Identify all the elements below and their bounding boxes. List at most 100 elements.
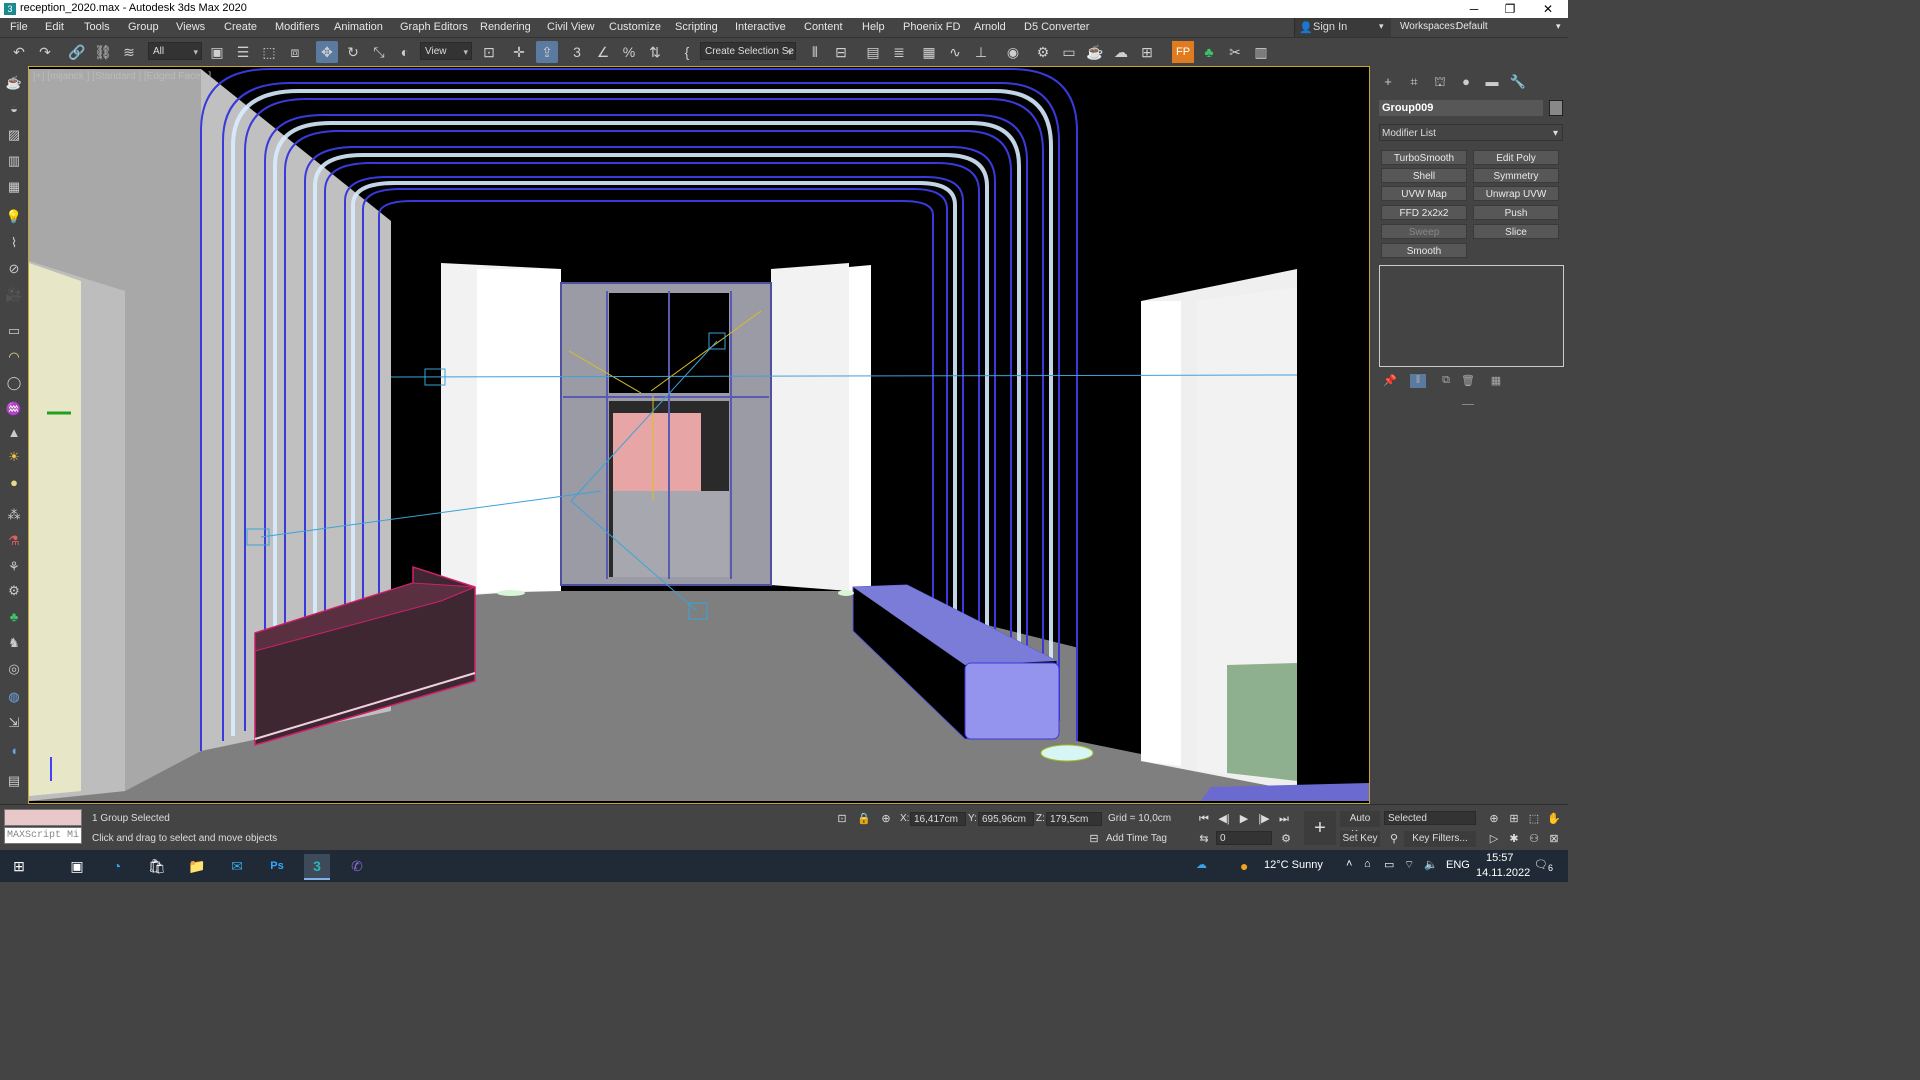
remove-modifier-icon[interactable]: 🗑	[1460, 374, 1476, 388]
field-of-view-icon[interactable]: ▷	[1486, 831, 1502, 847]
menu-modifiers[interactable]: Modifiers	[275, 21, 320, 33]
workspaces-selector[interactable]: Workspaces: Default ▾	[1394, 18, 1568, 37]
schematic-view-icon[interactable]: ⊥	[970, 41, 992, 63]
key-filters-icon[interactable]: ⚲	[1386, 831, 1402, 847]
menu-rendering[interactable]: Rendering	[480, 21, 531, 33]
weather-icon[interactable]: ●	[1240, 858, 1248, 874]
hierarchy-tab-icon[interactable]: ⛫	[1430, 72, 1450, 92]
menu-animation[interactable]: Animation	[334, 21, 383, 33]
orbit-icon[interactable]: ✱	[1506, 831, 1522, 847]
keyboard-shortcut-override-icon[interactable]: ⇪	[536, 41, 558, 63]
batch-icon[interactable]: ▥	[1250, 41, 1272, 63]
display-tab-icon[interactable]: ▬	[1482, 72, 1502, 92]
percent-snap-icon[interactable]: %	[618, 41, 640, 63]
curve-editor-icon[interactable]: ∿	[944, 41, 966, 63]
hf-icon[interactable]: ♞	[3, 632, 25, 654]
menu-edit[interactable]: Edit	[45, 21, 64, 33]
key-mode-icon[interactable]: ⇆	[1196, 831, 1212, 847]
viewport-perspective[interactable]: [+] [mijanck ] [Standard ] [Edged Faces …	[28, 66, 1370, 804]
turbosmooth-button[interactable]: TurboSmooth	[1381, 150, 1467, 165]
start-icon[interactable]: ⊞	[6, 854, 32, 878]
modify-tab-icon[interactable]: ⌗	[1404, 72, 1424, 92]
toggle-ribbon-icon[interactable]: ▦	[918, 41, 940, 63]
align-icon[interactable]: ⊟	[830, 41, 852, 63]
modifier-list-dropdown[interactable]: Modifier List	[1379, 124, 1563, 142]
link-icon[interactable]: 🔗	[66, 41, 88, 63]
menu-civil-view[interactable]: Civil View	[547, 21, 594, 33]
onedrive-icon[interactable]: ☁	[1196, 858, 1207, 871]
battery-icon[interactable]: ▭	[1384, 858, 1394, 871]
uvw-map-button[interactable]: UVW Map	[1381, 186, 1467, 201]
z-coordinate-field[interactable]: 179,5cm	[1046, 812, 1102, 826]
cloth-icon[interactable]: ⚘	[3, 556, 25, 578]
cylinder-icon[interactable]: ▥	[3, 150, 25, 172]
network-icon[interactable]: ⌂	[1364, 858, 1371, 870]
mirror-icon[interactable]: ⫴	[804, 41, 826, 63]
select-and-place-icon[interactable]: ◐	[394, 41, 416, 63]
menu-phoenix-fd[interactable]: Phoenix FD	[903, 21, 960, 33]
menu-file[interactable]: File	[10, 21, 28, 33]
edit-named-selection-icon[interactable]: {	[676, 41, 698, 63]
menu-d5-converter[interactable]: D5 Converter	[1024, 21, 1089, 33]
show-end-result-icon[interactable]: ‖	[1410, 374, 1426, 388]
menu-help[interactable]: Help	[862, 21, 885, 33]
script-icon[interactable]: ▤	[3, 770, 25, 792]
rectangular-selection-icon[interactable]: ⬚	[258, 41, 280, 63]
modifier-stack[interactable]	[1379, 265, 1564, 367]
select-and-scale-icon[interactable]: ⤡	[368, 41, 390, 63]
layer-explorer-icon[interactable]: ≣	[888, 41, 910, 63]
sphere-icon[interactable]: ◒	[3, 98, 25, 120]
utilities-tab-icon[interactable]: 🔧	[1508, 72, 1528, 92]
smooth-button[interactable]: Smooth	[1381, 243, 1467, 258]
minimize-button[interactable]: ─	[1456, 0, 1492, 18]
render-in-cloud-icon[interactable]: ⊞	[1136, 41, 1158, 63]
unwrap-uvw-button[interactable]: Unwrap UVW	[1473, 186, 1559, 201]
particle-icon[interactable]: ⁂	[3, 504, 25, 526]
weather-text[interactable]: 12°C Sunny	[1264, 859, 1323, 871]
angle-snap-icon[interactable]: ∠	[592, 41, 614, 63]
d5-icon[interactable]: ◖	[3, 740, 25, 762]
key-filters-button[interactable]: Key Filters...	[1404, 831, 1476, 847]
scene-explorer-icon[interactable]: ▤	[862, 41, 884, 63]
sweep-button[interactable]: Sweep	[1381, 224, 1467, 239]
3ds-max-icon[interactable]: 3	[304, 854, 330, 880]
auto-key-button[interactable]: Auto Key	[1340, 811, 1380, 840]
make-unique-icon[interactable]: ⧉	[1438, 374, 1454, 388]
redo-icon[interactable]: ↷	[34, 41, 56, 63]
maximize-button[interactable]: ❐	[1492, 0, 1528, 18]
clock-date[interactable]: 14.11.2022	[1476, 867, 1530, 879]
light-icon[interactable]: 💡	[3, 206, 25, 228]
undo-icon[interactable]: ↶	[8, 41, 30, 63]
isolate-selection-icon[interactable]: ⊡	[834, 811, 850, 827]
symmetry-button[interactable]: Symmetry	[1473, 168, 1559, 183]
object-name-field[interactable]: Group009	[1379, 100, 1543, 116]
shell-button[interactable]: Shell	[1381, 168, 1467, 183]
scatter-icon[interactable]: ◎	[3, 658, 25, 680]
globe-icon[interactable]: ◍	[3, 686, 25, 708]
ball-icon[interactable]: ●	[3, 472, 25, 494]
play-icon[interactable]: ▶	[1236, 811, 1252, 827]
time-tag-icon[interactable]: ⊟	[1086, 831, 1102, 847]
menu-arnold[interactable]: Arnold	[974, 21, 1006, 33]
mail-icon[interactable]: ✉	[224, 854, 250, 878]
photoshop-icon[interactable]: Ps	[264, 854, 290, 878]
hair-icon[interactable]: ♒	[3, 398, 25, 420]
clock-time[interactable]: 15:57	[1486, 852, 1514, 864]
file-explorer-icon[interactable]: 📁	[184, 854, 210, 878]
dynamics-icon[interactable]: ⚗	[3, 530, 25, 552]
create-tab-icon[interactable]: +	[1378, 72, 1398, 92]
task-view-icon[interactable]: ▣	[64, 854, 90, 878]
configure-modifier-sets-icon[interactable]: ▦	[1488, 374, 1504, 388]
select-object-icon[interactable]: ▣	[206, 41, 228, 63]
bind-space-warp-icon[interactable]: ≋	[118, 41, 140, 63]
unlink-icon[interactable]: ⛓	[92, 41, 114, 63]
sign-in-dropdown[interactable]: 👤 Sign In ▾	[1294, 18, 1391, 37]
push-button[interactable]: Push	[1473, 205, 1559, 220]
render-setup-icon[interactable]: ⚙	[1032, 41, 1054, 63]
menu-group[interactable]: Group	[128, 21, 159, 33]
grid-icon[interactable]: ▦	[3, 176, 25, 198]
object-color-swatch[interactable]	[1549, 100, 1563, 116]
forest-icon[interactable]: ♣	[3, 606, 25, 628]
motion-tab-icon[interactable]: ●	[1456, 72, 1476, 92]
ring-icon[interactable]: ◯	[3, 372, 25, 394]
